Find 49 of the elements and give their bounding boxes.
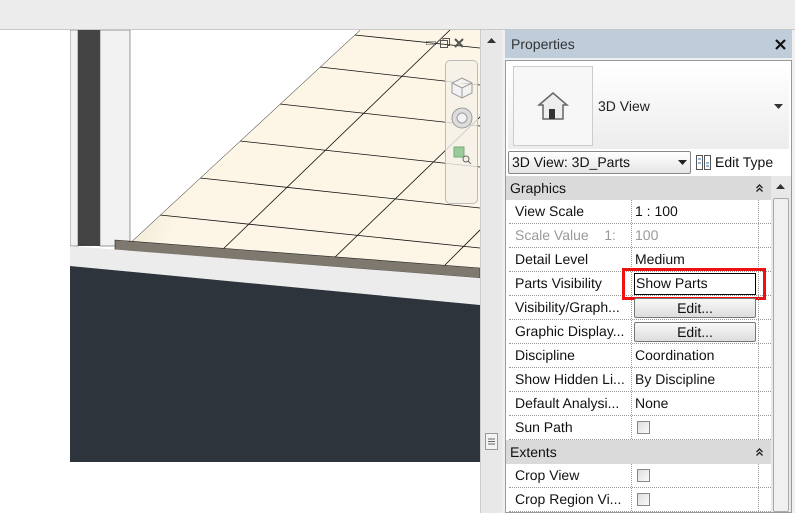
edit-button[interactable]: Edit...: [634, 322, 756, 342]
group-header[interactable]: Extents: [506, 440, 771, 464]
edit-button[interactable]: Edit...: [634, 298, 756, 318]
dropdown-caret-icon: [678, 160, 687, 165]
dropdown-caret-icon[interactable]: [774, 104, 783, 108]
panel-title: Properties: [511, 34, 575, 54]
instance-dropdown[interactable]: 3D View: 3D_Parts: [508, 151, 691, 174]
edit-type-button[interactable]: Edit Type: [696, 152, 774, 173]
property-value: None: [634, 394, 668, 413]
type-selector[interactable]: 3D View: [508, 63, 789, 149]
grip-icon[interactable]: [485, 433, 498, 450]
property-value: Medium: [634, 250, 685, 269]
property-label: Default Analysi...: [509, 392, 632, 415]
minimize-icon[interactable]: [426, 41, 436, 45]
panel-scrollbar[interactable]: [771, 176, 791, 512]
property-label: Show Hidden Li...: [509, 368, 632, 391]
group-header[interactable]: Graphics: [506, 176, 771, 200]
edit-type-icon: [696, 155, 711, 170]
property-value: By Discipline: [634, 370, 716, 389]
property-value: 100: [634, 226, 658, 245]
scroll-up-icon[interactable]: [487, 38, 496, 43]
property-label: Graphic Display...: [509, 320, 632, 343]
scroll-up-icon[interactable]: [776, 184, 785, 189]
scroll-thumb[interactable]: [773, 198, 789, 512]
property-label: Crop View: [509, 464, 632, 487]
view-cube-icon[interactable]: [450, 77, 472, 99]
property-label: Scale Value 1:: [509, 224, 632, 247]
property-label: Visibility/Graph...: [509, 296, 632, 319]
property-value: 1 : 100: [634, 202, 678, 221]
collapse-chevron-icon[interactable]: [756, 184, 763, 192]
steering-wheel-icon[interactable]: [450, 107, 472, 129]
checkbox[interactable]: [637, 469, 650, 482]
property-value: Coordination: [634, 346, 714, 365]
checkbox[interactable]: [637, 421, 650, 434]
property-label: Crop Region Vi...: [509, 488, 632, 511]
view-scrollbar[interactable]: [480, 30, 502, 513]
collapse-chevron-icon[interactable]: [756, 448, 763, 456]
close-icon[interactable]: [775, 38, 786, 50]
type-name: 3D View: [598, 96, 651, 116]
property-label: Sun Path: [509, 416, 632, 439]
restore-icon[interactable]: [440, 38, 450, 48]
property-label: Parts Visibility: [509, 272, 632, 295]
zoom-icon[interactable]: [452, 145, 472, 165]
property-label: Detail Level: [509, 248, 632, 271]
property-label: View Scale: [509, 200, 632, 223]
property-label: Discipline: [509, 344, 632, 367]
property-field[interactable]: Show Parts: [634, 272, 756, 294]
checkbox[interactable]: [637, 493, 650, 506]
close-icon[interactable]: [454, 38, 464, 48]
